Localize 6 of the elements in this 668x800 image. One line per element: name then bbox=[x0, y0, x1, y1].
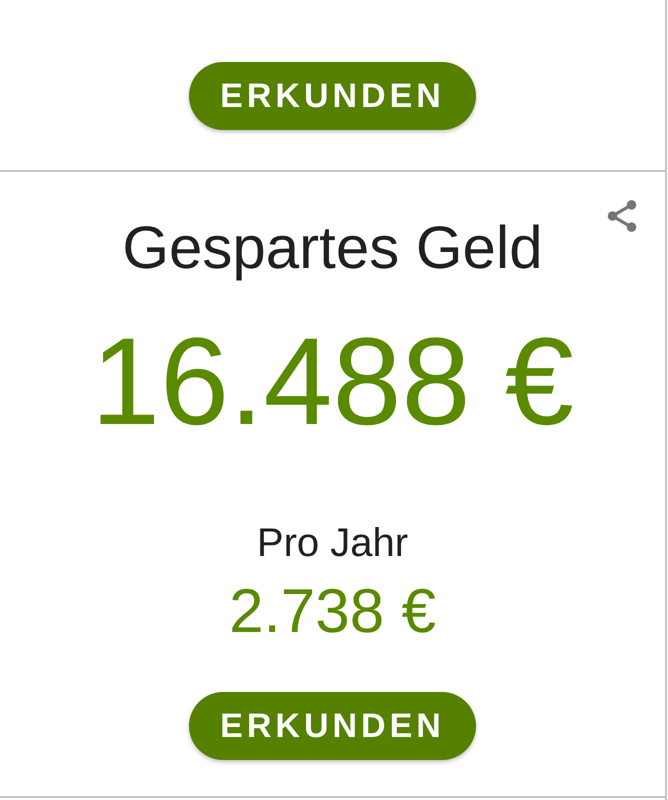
yearly-amount: 2.738 € bbox=[229, 576, 436, 648]
card-title: Gespartes Geld bbox=[122, 213, 543, 283]
saved-amount: 16.488 € bbox=[91, 312, 574, 452]
explore-button[interactable]: ERKUNDEN bbox=[189, 62, 476, 130]
explore-button[interactable]: ERKUNDEN bbox=[189, 692, 476, 760]
per-year-label: Pro Jahr bbox=[256, 520, 408, 567]
